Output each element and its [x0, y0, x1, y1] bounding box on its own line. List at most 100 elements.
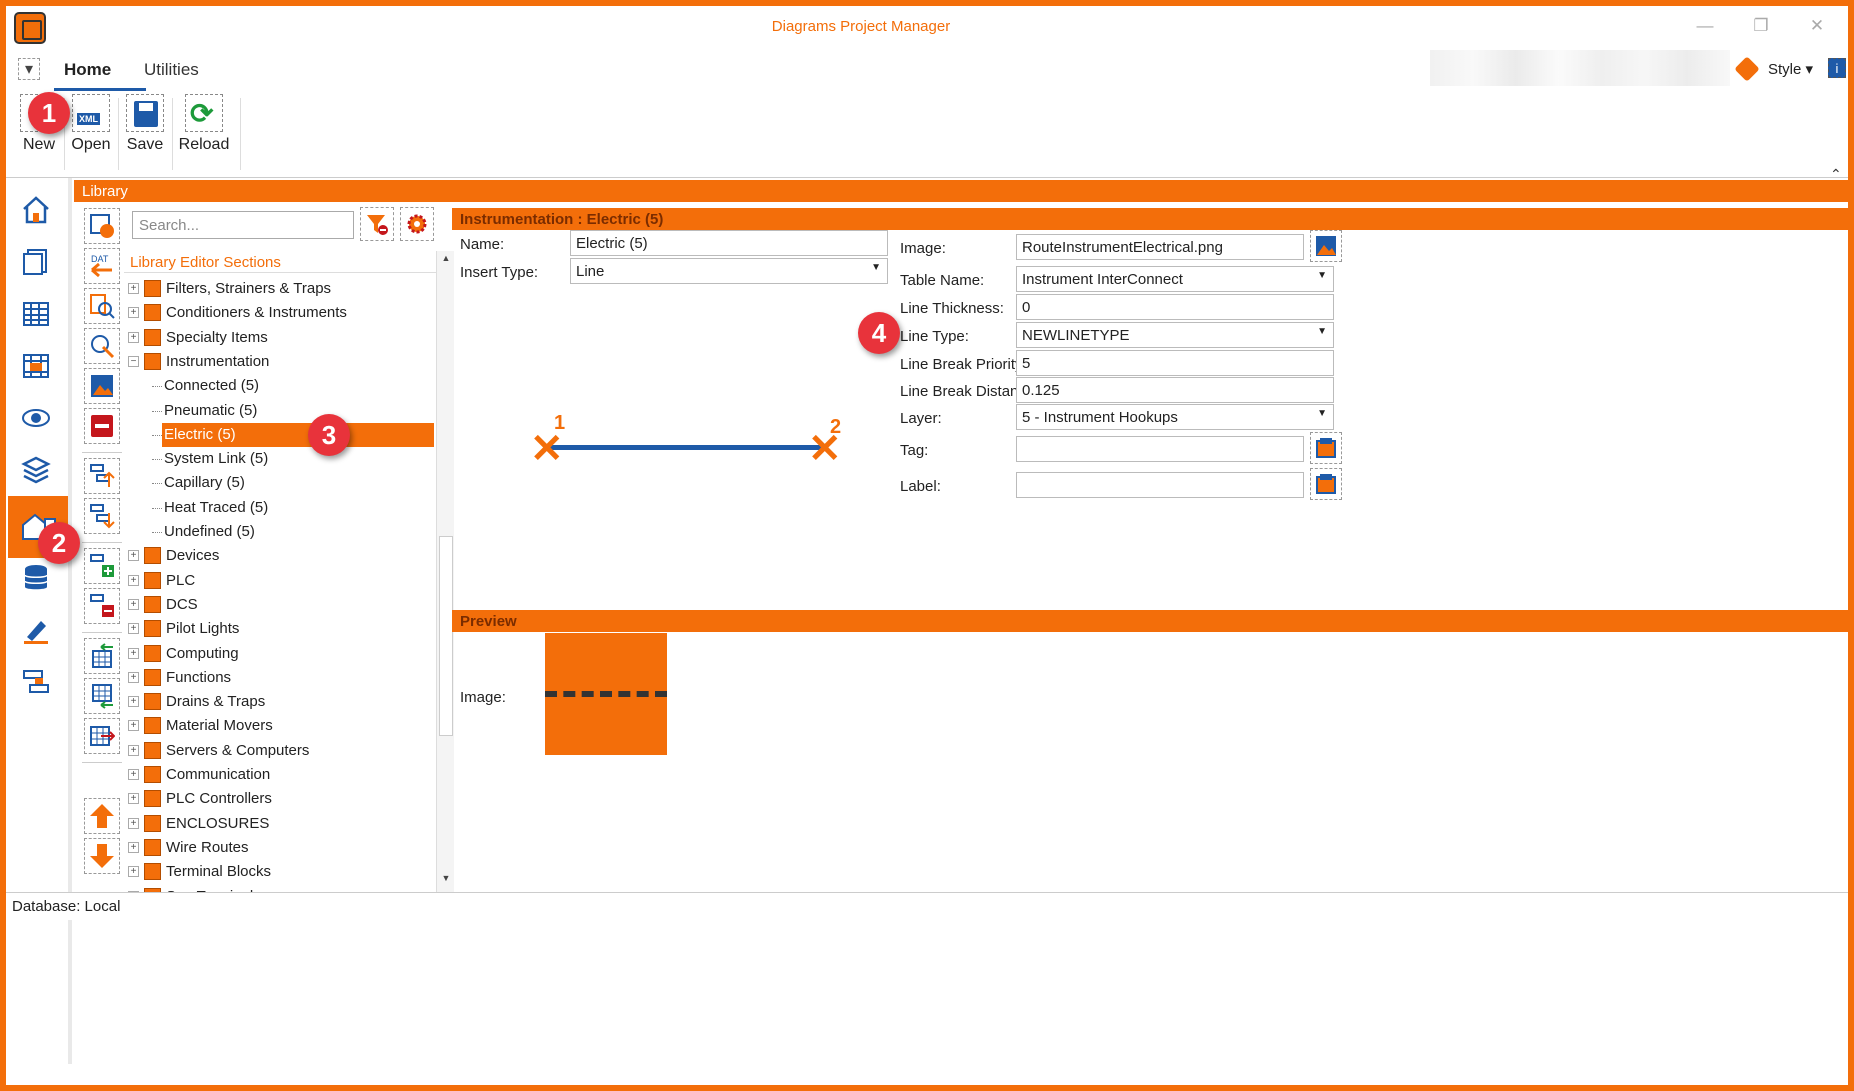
- tree-group-item[interactable]: + Drains & Traps: [124, 690, 434, 714]
- expand-icon[interactable]: +: [128, 574, 139, 586]
- tree-child-item[interactable]: System Link (5): [124, 447, 434, 471]
- open-button[interactable]: XML Open: [64, 94, 118, 174]
- move-up-icon[interactable]: [84, 798, 120, 834]
- expand-icon[interactable]: +: [128, 769, 139, 780]
- tree-child-item[interactable]: Connected (5): [124, 374, 434, 398]
- tree-group-item[interactable]: + Conditioners & Instruments: [124, 301, 434, 325]
- move-up-tree-icon[interactable]: [84, 458, 120, 494]
- tree-child-item[interactable]: Undefined (5): [124, 520, 434, 544]
- tree-child-item[interactable]: Heat Traced (5): [124, 496, 434, 520]
- tree-group-item[interactable]: + Servers & Computers: [124, 739, 434, 763]
- tree-group-item[interactable]: + PLC Controllers: [124, 787, 434, 811]
- expand-icon[interactable]: +: [128, 696, 139, 708]
- expand-icon[interactable]: +: [128, 720, 139, 732]
- tree-child-item[interactable]: Electric (5): [124, 422, 434, 447]
- remove-node-icon[interactable]: [84, 588, 120, 624]
- clear-filter-icon[interactable]: [360, 207, 394, 241]
- quick-access-menu-icon[interactable]: ▾: [18, 58, 40, 80]
- search-input[interactable]: Search...: [132, 211, 354, 239]
- tree-group-item[interactable]: + Pilot Lights: [124, 617, 434, 641]
- tree-group-item[interactable]: + Functions: [124, 666, 434, 690]
- tree-group-item[interactable]: + PLC: [124, 569, 434, 593]
- collapse-icon[interactable]: −: [128, 355, 139, 367]
- table-name-select[interactable]: Instrument InterConnect ▼: [1016, 266, 1334, 292]
- tree-group-item[interactable]: + Devices: [124, 544, 434, 568]
- expand-icon[interactable]: +: [128, 793, 139, 805]
- import-table-icon[interactable]: [84, 638, 120, 674]
- expand-icon[interactable]: +: [128, 817, 139, 829]
- add-node-icon[interactable]: [84, 548, 120, 584]
- tree-scrollbar[interactable]: ▲ ▼: [436, 251, 454, 892]
- expand-icon[interactable]: +: [128, 283, 139, 294]
- scroll-up-icon[interactable]: ▲: [439, 253, 453, 269]
- expand-icon[interactable]: +: [128, 744, 139, 756]
- database-icon[interactable]: [16, 558, 56, 598]
- expand-icon[interactable]: +: [128, 671, 139, 683]
- reload-button[interactable]: ⟳ Reload: [174, 94, 234, 174]
- expand-icon[interactable]: +: [128, 331, 139, 343]
- paint-symbol-icon[interactable]: [84, 328, 120, 364]
- tree-group-item[interactable]: + Communication: [124, 763, 434, 787]
- tag-field[interactable]: [1016, 436, 1304, 462]
- settings-gear-icon[interactable]: [400, 207, 434, 241]
- tree-group-item[interactable]: + Specialty Items: [124, 326, 434, 350]
- tag-picker-icon[interactable]: [1310, 432, 1342, 464]
- tree-group-item[interactable]: + Filters, Strainers & Traps: [124, 277, 434, 301]
- info-icon[interactable]: i: [1828, 58, 1846, 78]
- tree-group-item[interactable]: + Computing: [124, 642, 434, 666]
- line-break-priority-field[interactable]: 5: [1016, 350, 1334, 376]
- eye-icon[interactable]: [16, 398, 56, 438]
- tree-group-item[interactable]: + ENCLOSURES: [124, 812, 434, 836]
- tree-group-item[interactable]: + Terminal Blocks: [124, 860, 434, 884]
- image-field[interactable]: RouteInstrumentElectrical.png: [1016, 234, 1304, 260]
- home-icon[interactable]: [16, 190, 56, 230]
- line-type-select[interactable]: NEWLINETYPE ▼: [1016, 322, 1334, 348]
- tree-group-item[interactable]: − Instrumentation: [124, 350, 434, 374]
- insert-type-select[interactable]: Line ▼: [570, 258, 888, 284]
- remove-icon[interactable]: [84, 408, 120, 444]
- tree-group-item[interactable]: + Material Movers: [124, 714, 434, 738]
- tree-group-item[interactable]: + Wire Routes: [124, 836, 434, 860]
- move-down-icon[interactable]: [84, 838, 120, 874]
- move-down-tree-icon[interactable]: [84, 498, 120, 534]
- layers-icon[interactable]: [16, 450, 56, 490]
- line-break-distance-field[interactable]: 0.125: [1016, 377, 1334, 403]
- expand-icon[interactable]: +: [128, 307, 139, 319]
- tag-icon[interactable]: [1734, 56, 1760, 82]
- browse-image-icon[interactable]: [1310, 230, 1342, 262]
- pages-icon[interactable]: [16, 242, 56, 282]
- expand-icon[interactable]: +: [128, 598, 139, 610]
- table-icon[interactable]: [16, 294, 56, 334]
- layer-select[interactable]: 5 - Instrument Hookups ▼: [1016, 404, 1334, 430]
- label-picker-icon[interactable]: [1310, 468, 1342, 500]
- find-symbol-icon[interactable]: [84, 288, 120, 324]
- name-field[interactable]: Electric (5): [570, 230, 888, 256]
- tab-utilities[interactable]: Utilities: [144, 60, 199, 80]
- expand-icon[interactable]: +: [128, 841, 139, 853]
- expand-icon[interactable]: +: [128, 623, 139, 635]
- tree-child-item[interactable]: Pneumatic (5): [124, 399, 434, 423]
- hierarchy-icon[interactable]: [16, 662, 56, 702]
- export-table-icon[interactable]: [84, 678, 120, 714]
- style-dropdown[interactable]: Style ▾: [1768, 60, 1813, 78]
- label-field[interactable]: [1016, 472, 1304, 498]
- import-dat-icon[interactable]: DAT: [84, 248, 120, 284]
- minimize-icon[interactable]: —: [1690, 16, 1720, 36]
- tree-group-item[interactable]: + DCS: [124, 593, 434, 617]
- tab-home[interactable]: Home: [64, 60, 111, 80]
- save-button[interactable]: Save: [118, 94, 172, 174]
- line-thickness-field[interactable]: 0: [1016, 294, 1334, 320]
- scroll-thumb[interactable]: [439, 536, 453, 736]
- edit-pen-icon[interactable]: [16, 610, 56, 650]
- id-table-icon[interactable]: [16, 346, 56, 386]
- expand-icon[interactable]: +: [128, 866, 139, 878]
- image-icon[interactable]: [84, 368, 120, 404]
- tree-group-item[interactable]: +Seg Terminals: [124, 885, 434, 892]
- table-transfer-icon[interactable]: [84, 718, 120, 754]
- close-icon[interactable]: ✕: [1802, 16, 1832, 36]
- expand-icon[interactable]: +: [128, 550, 139, 562]
- tree-child-item[interactable]: Capillary (5): [124, 471, 434, 495]
- restore-icon[interactable]: ❐: [1746, 16, 1776, 36]
- expand-icon[interactable]: +: [128, 647, 139, 659]
- select-symbol-icon[interactable]: [84, 208, 120, 244]
